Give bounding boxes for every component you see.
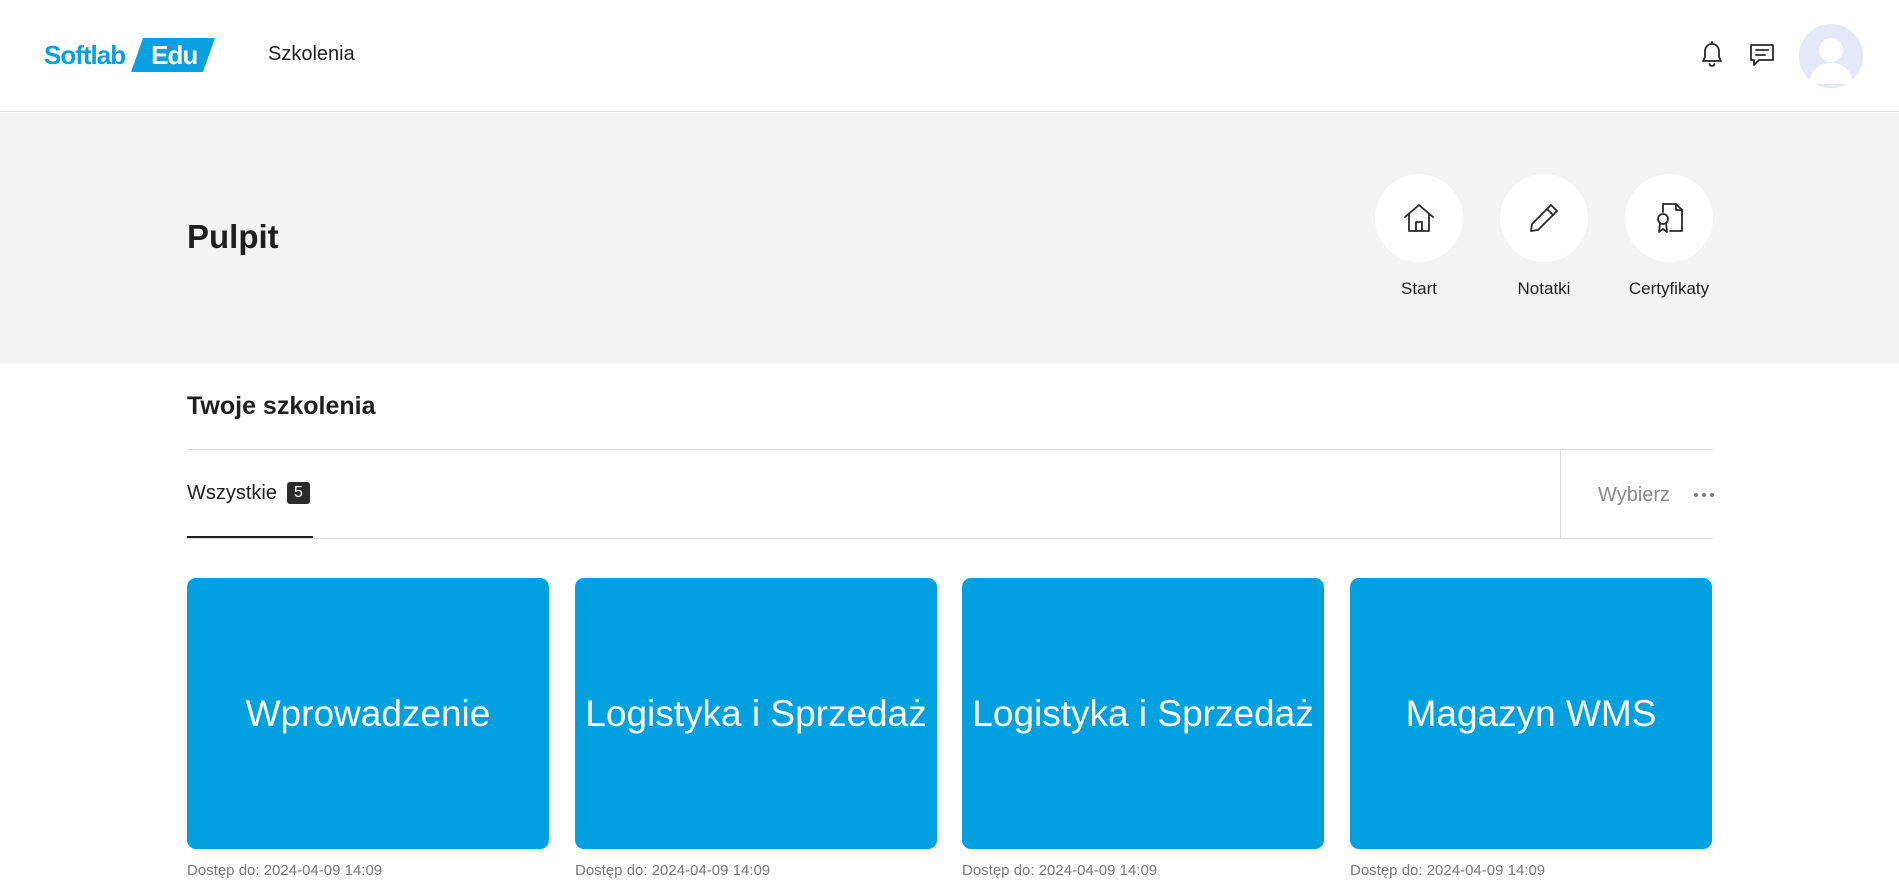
- avatar[interactable]: [1799, 24, 1863, 88]
- training-card-title: Magazyn WMS: [1405, 692, 1657, 734]
- training-card-access: Dostęp do: 2024-04-09 14:09: [1350, 862, 1546, 879]
- training-card-access: Dostęp do: 2024-04-09 14:09: [187, 862, 383, 879]
- training-card-tile[interactable]: Logistyka i Sprzedaż: [575, 578, 937, 849]
- dashboard-header-band: Pulpit Start Notatki Certyfikaty: [0, 113, 1899, 363]
- training-card-title: Wprowadzenie: [245, 692, 491, 734]
- training-card-tile[interactable]: Logistyka i Sprzedaż: [962, 578, 1324, 849]
- training-card-access: Dostęp do: 2024-04-09 14:09: [575, 862, 771, 879]
- section-title: Twoje szkolenia: [187, 392, 376, 420]
- training-card-tile[interactable]: Magazyn WMS: [1350, 578, 1712, 849]
- home-icon: [1404, 204, 1434, 232]
- training-card[interactable]: Logistyka i Sprzedaż Dostęp do: 2024-04-…: [962, 578, 1324, 879]
- bell-icon[interactable]: [1696, 39, 1728, 71]
- training-card[interactable]: Wprowadzenie Dostęp do: 2024-04-09 14:09: [187, 578, 549, 879]
- quick-link-circle[interactable]: [1375, 174, 1463, 262]
- training-card-title: Logistyka i Sprzedaż: [585, 692, 927, 734]
- training-card-title: Logistyka i Sprzedaż: [972, 692, 1314, 734]
- logo-text-softlab: Softlab: [44, 39, 126, 70]
- quick-link-start[interactable]: Start: [1364, 174, 1474, 299]
- nav-link-szkolenia[interactable]: Szkolenia: [268, 43, 355, 66]
- pencil-icon: [1530, 204, 1558, 232]
- softlab-edu-logo[interactable]: Softlab Edu: [44, 37, 216, 73]
- divider: [1560, 450, 1561, 538]
- quick-link-certificates[interactable]: Certyfikaty: [1614, 174, 1724, 299]
- logo-text-edu: Edu: [151, 40, 198, 70]
- tab-all-label: Wszystkie: [187, 481, 277, 504]
- tab-all[interactable]: Wszystkie 5: [187, 450, 313, 538]
- trainings-tab-bar: Wszystkie 5 Wybierz: [187, 449, 1716, 539]
- more-options-icon[interactable]: [1692, 487, 1716, 503]
- training-card[interactable]: Magazyn WMS Dostęp do: 2024-04-09 14:09: [1350, 578, 1712, 879]
- chat-icon[interactable]: [1746, 39, 1778, 71]
- count-badge: 5: [287, 482, 310, 504]
- logo-edu-badge: Edu: [131, 38, 216, 72]
- quick-link-label: Start: [1401, 279, 1437, 298]
- select-dropdown[interactable]: Wybierz: [1598, 484, 1670, 507]
- certificate-icon: [1657, 203, 1683, 233]
- training-card-tile[interactable]: Wprowadzenie: [187, 578, 549, 849]
- quick-link-notes[interactable]: Notatki: [1489, 174, 1599, 299]
- top-bar: Softlab Edu Szkolenia: [0, 0, 1899, 112]
- quick-link-circle[interactable]: [1500, 174, 1588, 262]
- training-card[interactable]: Logistyka i Sprzedaż Dostęp do: 2024-04-…: [575, 578, 937, 879]
- quick-link-circle[interactable]: [1625, 174, 1713, 262]
- training-card-access: Dostęp do: 2024-04-09 14:09: [962, 862, 1158, 879]
- page-title: Pulpit: [187, 218, 279, 255]
- quick-link-label: Notatki: [1517, 279, 1571, 298]
- quick-link-label: Certyfikaty: [1628, 279, 1710, 298]
